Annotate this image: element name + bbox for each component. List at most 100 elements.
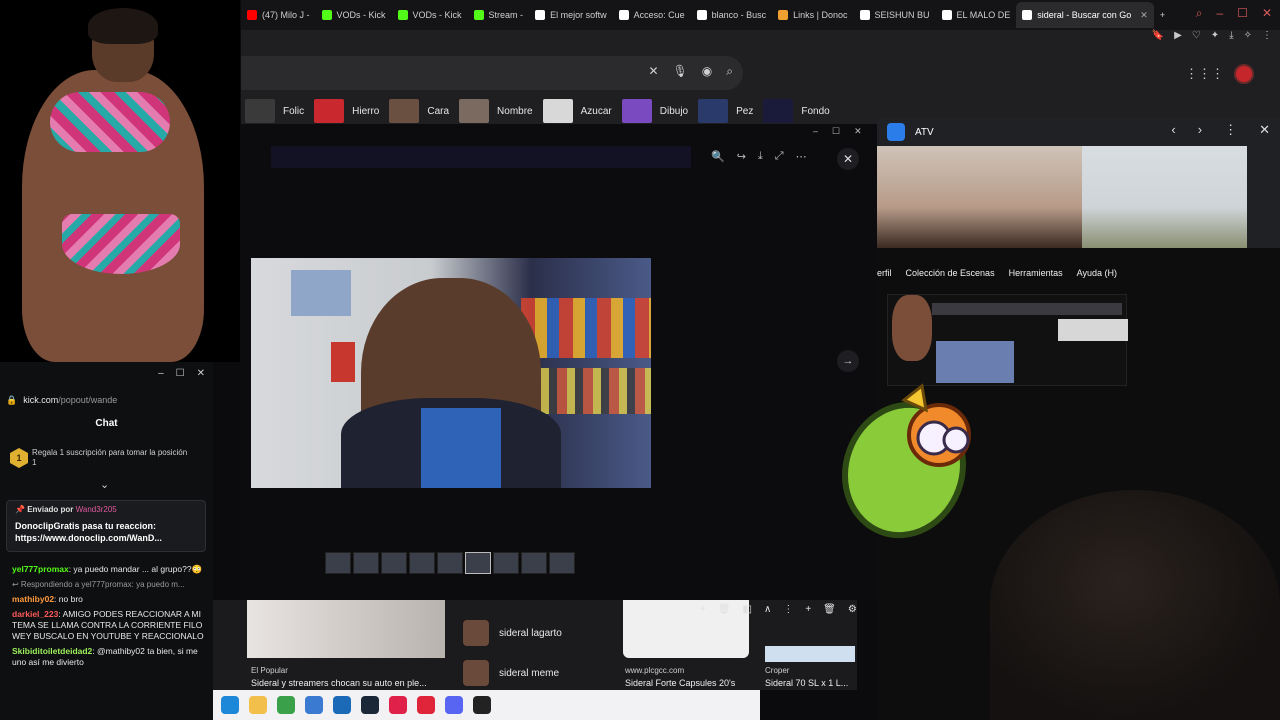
edit-tool-icon[interactable]: + xyxy=(700,604,706,615)
chat-username[interactable]: mathiby02 xyxy=(12,594,54,604)
minimize-icon[interactable]: – xyxy=(1216,6,1223,21)
browser-tab[interactable]: El mejor softw xyxy=(529,2,613,28)
search-chip[interactable]: Dibujo xyxy=(621,97,688,125)
viewer-window-control[interactable]: – xyxy=(813,126,818,137)
sub-gift-text[interactable]: Regala 1 suscripción para tomar la posic… xyxy=(32,448,192,468)
download-icon[interactable]: ⤓ xyxy=(1229,30,1233,46)
calculator-icon[interactable] xyxy=(305,696,323,714)
chat-username[interactable]: darkiel_223 xyxy=(12,609,58,619)
steam-icon[interactable] xyxy=(361,696,379,714)
search-icon[interactable]: ⌕ xyxy=(726,64,733,79)
viewer-window-control[interactable]: ☐ xyxy=(832,126,840,137)
obs-menu-item[interactable]: erfil xyxy=(877,268,892,278)
chat-url-bar[interactable]: 🔒 kick.com/popout/wande xyxy=(6,392,212,408)
search-chip[interactable]: Pez xyxy=(698,97,753,125)
edit-tool-icon[interactable]: ◧ xyxy=(743,604,752,615)
lens-icon[interactable]: ◉ xyxy=(702,64,712,79)
browser-tab[interactable]: Acceso: Cue xyxy=(613,2,691,28)
new-tab-button[interactable]: + xyxy=(1154,2,1171,28)
mic-icon[interactable]: 🎙 xyxy=(673,64,688,79)
atv-control-icon[interactable]: › xyxy=(1198,122,1202,138)
folder-icon[interactable] xyxy=(249,696,267,714)
atv-control-icon[interactable]: ✕ xyxy=(1259,122,1270,138)
edge-icon[interactable] xyxy=(221,696,239,714)
thumbnail-selected[interactable] xyxy=(465,552,491,574)
pinned-text[interactable]: DonoclipGratis pasa tu reaccion: https:/… xyxy=(15,520,197,544)
viewer-tool-icon[interactable]: ⤢ xyxy=(775,150,784,163)
obs-menu-item[interactable]: Ayuda (H) xyxy=(1077,268,1117,278)
opera-icon[interactable] xyxy=(417,696,435,714)
edit-tool-icon[interactable]: ⚙ xyxy=(848,604,857,615)
obs-menu-item[interactable]: Herramientas xyxy=(1009,268,1063,278)
search-box[interactable]: ✕ 🎙 ◉ ⌕ xyxy=(241,56,743,90)
tiktok-icon[interactable] xyxy=(389,696,407,714)
collapse-icon[interactable]: ⌄ xyxy=(100,478,109,491)
browser-tab[interactable]: SEISHUN BU xyxy=(854,2,936,28)
menu-icon[interactable]: ⋮ xyxy=(1262,30,1272,46)
edit-tool-icon[interactable]: 🗑 xyxy=(823,604,836,615)
search-chip[interactable]: Cara xyxy=(389,97,449,125)
browser-tab[interactable]: (47) Milo J - xyxy=(241,2,316,28)
browser-tab[interactable]: sideral - Buscar con Go ✕ xyxy=(1016,2,1154,28)
chat-username[interactable]: Skibiditoiletdeidad2 xyxy=(12,646,92,656)
viewer-tool-icon[interactable]: 🔍 xyxy=(711,150,725,163)
play-icon[interactable]: ▶ xyxy=(1174,30,1182,46)
browser-tab[interactable]: blanco - Busc xyxy=(691,2,773,28)
browser-tab[interactable]: Stream - xyxy=(468,2,530,28)
search-chip[interactable]: Hierro xyxy=(314,97,379,125)
viewer-tool-icon[interactable]: ⋯ xyxy=(796,150,807,163)
maximize-icon[interactable]: ☐ xyxy=(1237,6,1248,21)
chat-username[interactable]: yel777promax xyxy=(12,564,69,574)
browser-tab[interactable]: VODs - Kick xyxy=(392,2,468,28)
heart-icon[interactable]: ♡ xyxy=(1192,30,1201,46)
thumbnail[interactable] xyxy=(325,552,351,574)
clear-icon[interactable]: ✕ xyxy=(648,64,658,79)
atv-control-icon[interactable]: ‹ xyxy=(1171,122,1175,138)
viewer-close-button[interactable]: ✕ xyxy=(837,148,859,170)
result-title[interactable]: Sideral Forte Capsules 20's xyxy=(625,678,735,688)
minecraft-icon[interactable] xyxy=(277,696,295,714)
edit-tool-icon[interactable]: + xyxy=(805,604,811,615)
edit-tool-icon[interactable]: ∧ xyxy=(764,604,771,615)
extensions-icon[interactable]: ✦ xyxy=(1211,30,1219,46)
atv-control-icon[interactable]: ⋮ xyxy=(1224,122,1237,138)
chat-window-control[interactable]: – xyxy=(158,368,164,379)
thumbnail[interactable] xyxy=(381,552,407,574)
ai-icon[interactable]: ✧ xyxy=(1244,30,1252,46)
viewer-tool-icon[interactable]: ↪ xyxy=(737,150,746,163)
search-chip[interactable]: Azucar xyxy=(542,97,612,125)
thumbnail[interactable] xyxy=(493,552,519,574)
pinned-message[interactable]: 📌 Enviado por Wand3r205 DonoclipGratis p… xyxy=(6,500,206,552)
close-icon[interactable]: ✕ xyxy=(1262,6,1272,21)
result-title[interactable]: Sideral 70 SL x 1 L... xyxy=(765,678,848,688)
suggestion[interactable]: sideral lagarto xyxy=(463,620,562,646)
chat-window-control[interactable]: ☐ xyxy=(176,368,185,379)
discord-icon[interactable] xyxy=(445,696,463,714)
search-chip[interactable]: Fondo xyxy=(763,97,830,125)
browser-tab[interactable]: EL MALO DE xyxy=(936,2,1017,28)
chat-window-control[interactable]: ✕ xyxy=(197,368,205,379)
result-thumbnail[interactable] xyxy=(247,600,445,658)
viewer-tool-icon[interactable]: ⤓ xyxy=(758,150,763,163)
browser-tab[interactable]: VODs - Kick xyxy=(316,2,392,28)
search-chip[interactable]: Nombre xyxy=(459,97,533,125)
result-title[interactable]: Sideral y streamers chocan su auto en pl… xyxy=(251,678,427,688)
result-thumbnail[interactable] xyxy=(765,646,855,662)
edit-tool-icon[interactable]: ⋮ xyxy=(783,604,793,615)
obs-menu-item[interactable]: Colección de Escenas xyxy=(906,268,995,278)
account-avatar[interactable] xyxy=(1234,64,1254,84)
thumbnail[interactable] xyxy=(549,552,575,574)
obs-icon[interactable] xyxy=(473,696,491,714)
edit-tool-icon[interactable]: 🗑 xyxy=(718,604,731,615)
suggestion[interactable]: sideral meme xyxy=(463,660,559,686)
thumbnail[interactable] xyxy=(521,552,547,574)
viewer-next-button[interactable]: → xyxy=(837,350,859,372)
thumbnail[interactable] xyxy=(353,552,379,574)
outlook-icon[interactable] xyxy=(333,696,351,714)
viewer-window-control[interactable]: ✕ xyxy=(854,126,862,137)
thumbnail[interactable] xyxy=(437,552,463,574)
tab-close-icon[interactable]: ✕ xyxy=(1140,10,1148,21)
search-tabs-icon[interactable]: ⌕ xyxy=(1196,6,1203,21)
browser-tab[interactable]: Links | Donoc xyxy=(772,2,853,28)
bookmark-icon[interactable]: 🔖 xyxy=(1152,30,1164,46)
